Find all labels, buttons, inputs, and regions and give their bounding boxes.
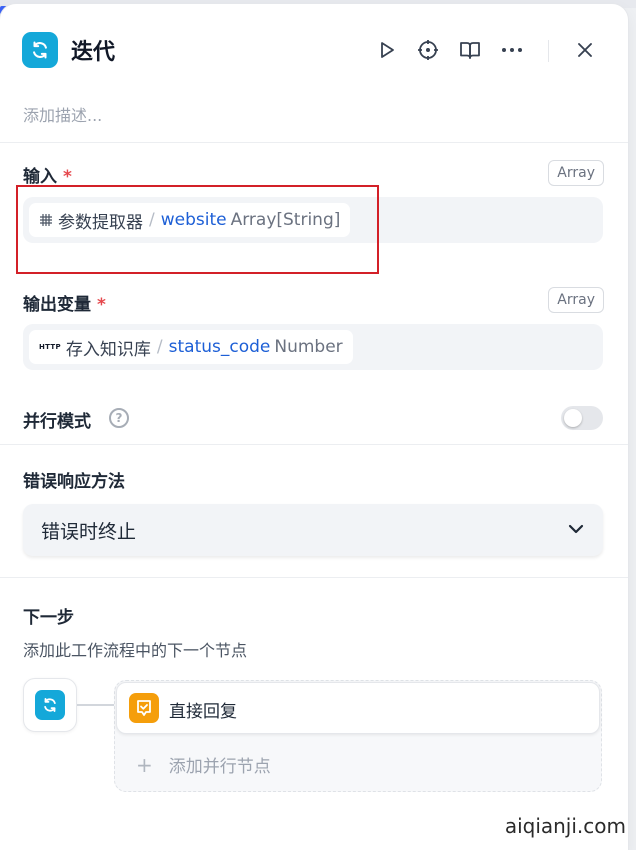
description-input[interactable]: 添加描述... [23,102,102,126]
toggle-knob [564,409,582,427]
output-label: 输出变量 * [23,290,106,315]
http-icon: HTTP [39,343,61,351]
output-variable-name: status_code [168,337,271,357]
next-step-title: 下一步 [23,608,74,628]
input-label: 输入 * [23,162,72,187]
book-icon [460,42,480,59]
chevron-down-icon [567,520,585,542]
output-variable-type: Number [274,337,343,357]
divider [0,142,628,143]
iteration-node-icon [22,32,58,68]
watermark: aiqianji.com [504,814,626,838]
plus-icon: + [136,752,153,777]
output-variable-chip[interactable]: HTTP 存入知识库 / status_code Number [29,330,353,364]
add-parallel-node-button[interactable]: + 添加并行节点 [136,752,271,778]
error-handling-select[interactable]: 错误时终止 [23,504,603,556]
output-type-badge: Array [548,287,604,313]
crosshair-icon [418,40,438,60]
divider [0,577,628,578]
add-parallel-node-label: 添加并行节点 [168,757,271,777]
iteration-mini-icon [35,690,65,720]
highlight-box [16,185,379,274]
help-icon[interactable]: ? [109,408,129,428]
next-node-card[interactable]: 直接回复 [116,682,600,734]
panel-header: 迭代 [0,4,628,94]
input-type-badge: Array [548,160,604,186]
header-separator [548,40,549,62]
node-title[interactable]: 迭代 [71,34,115,66]
node-config-panel: 迭代 添加描述... 输入 * Array 参数提取器 / website Ar… [0,4,628,850]
required-mark: * [63,167,72,187]
docs-button[interactable] [456,36,484,64]
next-step-subtitle: 添加此工作流程中的下一个节点 [23,641,248,660]
more-icon [502,48,522,52]
play-icon [381,42,394,58]
output-label-text: 输出变量 [23,295,91,315]
refresh-icon [44,697,56,713]
run-button[interactable] [373,36,401,64]
path-separator: / [156,337,163,357]
more-button[interactable] [498,36,526,64]
next-node-label: 直接回复 [169,702,237,722]
node-connector [77,704,115,706]
refresh-icon [33,41,47,59]
answer-icon [129,693,159,723]
locate-node-button[interactable] [414,36,442,64]
output-source-node: 存入知识库 [65,339,151,360]
input-label-text: 输入 [23,167,57,187]
close-icon [578,43,592,57]
error-handling-value: 错误时终止 [41,521,137,543]
parallel-mode-toggle[interactable] [561,406,603,430]
divider [0,444,628,445]
parallel-mode-label: 并行模式 [23,412,91,432]
error-handling-label: 错误响应方法 [23,472,125,492]
close-button[interactable] [571,36,599,64]
current-node-block [23,678,77,732]
output-variable-field[interactable]: HTTP 存入知识库 / status_code Number [23,324,603,370]
required-mark: * [97,295,106,315]
